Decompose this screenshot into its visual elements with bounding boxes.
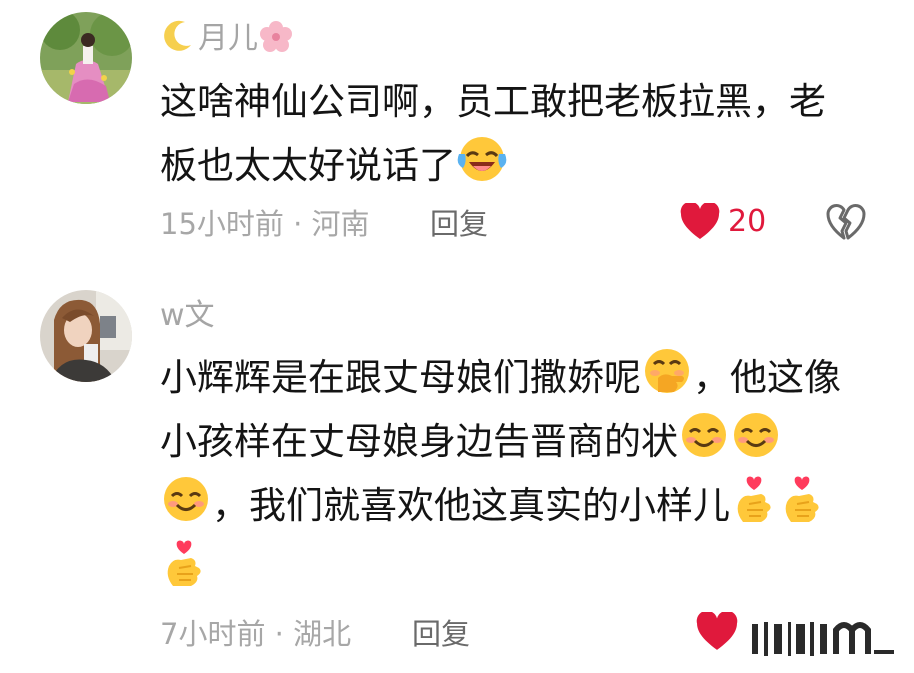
comment-meta: 15小时前 · 河南 — [160, 207, 370, 241]
comment-line: 板也太太好说话了 — [160, 134, 880, 198]
username[interactable]: w文 — [160, 298, 215, 334]
smiling-blush-icon — [682, 413, 726, 457]
watermark-logo — [748, 614, 898, 664]
avatar[interactable] — [40, 290, 132, 382]
crescent-moon-icon — [164, 20, 191, 51]
comment-text: 小辉辉是在跟丈母娘们撒娇呢 ，他这像 小孩样在丈母娘身边告晋商的状 ，我们就喜欢… — [160, 346, 880, 602]
comment-line: 小辉辉是在跟丈母娘们撒娇呢 ，他这像 — [160, 346, 880, 410]
avatar[interactable] — [40, 12, 132, 104]
comment-line: 小孩样在丈母娘身边告晋商的状 — [160, 410, 880, 474]
dislike-button[interactable] — [826, 203, 866, 245]
comment-line: ，我们就喜欢他这真实的小样儿 — [160, 474, 880, 538]
broken-heart-icon — [826, 204, 866, 240]
like-count: 20 — [728, 204, 767, 239]
comment-line — [160, 538, 880, 602]
like-button[interactable]: 20 — [680, 202, 766, 242]
heart-icon — [680, 203, 720, 239]
heart-icon — [696, 612, 738, 650]
comment-line: 这啥神仙公司啊，员工敢把老板拉黑，老 — [160, 80, 826, 123]
smiling-blush-icon — [164, 477, 208, 521]
finger-heart-icon — [167, 540, 201, 586]
smiling-blush-icon — [734, 413, 778, 457]
finger-heart-icon — [737, 476, 771, 522]
cherry-blossom-icon — [260, 21, 292, 52]
comment-text: 这啥神仙公司啊，员工敢把老板拉黑，老 板也太太好说话了 — [160, 70, 880, 198]
username-text: 月儿 — [198, 21, 258, 56]
username[interactable]: 月儿 — [160, 18, 294, 57]
reply-button[interactable]: 回复 — [430, 204, 488, 244]
like-button[interactable] — [696, 612, 738, 652]
comment-meta: 7小时前 · 湖北 — [160, 617, 352, 651]
laughing-tears-icon — [457, 137, 507, 181]
hand-over-mouth-icon — [645, 349, 689, 393]
reply-button[interactable]: 回复 — [412, 614, 470, 654]
finger-heart-icon — [785, 476, 819, 522]
